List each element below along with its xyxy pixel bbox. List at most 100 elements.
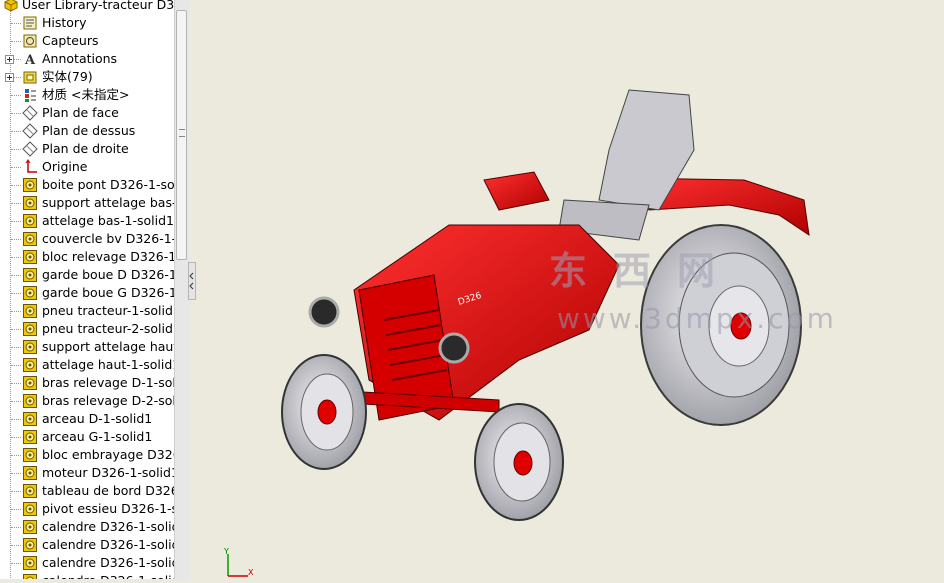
feature-icon bbox=[23, 214, 37, 228]
tree-item-label: Plan de dessus bbox=[42, 123, 136, 138]
feature-icon bbox=[23, 448, 37, 462]
tree-item-label: calendre D326-1-solid1 bbox=[42, 519, 174, 534]
scrollbar-thumb[interactable] bbox=[176, 10, 187, 260]
tree-item-label: bloc embrayage D326-1-solid1 bbox=[42, 447, 174, 462]
tree-item[interactable]: boite pont D326-1-solid1 bbox=[0, 176, 174, 194]
tree-item[interactable]: bras relevage D-2-solid1 bbox=[0, 392, 174, 410]
tree-branch-line bbox=[11, 257, 21, 258]
left-fender bbox=[483, 171, 550, 211]
tree-branch-line bbox=[11, 383, 21, 384]
tree-branch-line bbox=[11, 149, 21, 150]
feature-icon bbox=[23, 286, 37, 300]
tree-item-label: pneu tracteur-1-solid1 bbox=[42, 303, 174, 318]
tree-item[interactable]: pneu tracteur-1-solid1 bbox=[0, 302, 174, 320]
tree-item[interactable]: Plan de face bbox=[0, 104, 174, 122]
feature-icon bbox=[23, 556, 37, 570]
tree-item-label: attelage haut-1-solid1 bbox=[42, 357, 174, 372]
tree-item-label: Capteurs bbox=[42, 33, 99, 48]
tree-item[interactable]: calendre D326-1-solid2 bbox=[0, 536, 174, 554]
tree-branch-line bbox=[11, 131, 21, 132]
tree-branch-line bbox=[11, 329, 21, 330]
feature-icon bbox=[23, 358, 37, 372]
tree-branch-line bbox=[11, 473, 21, 474]
scrollbar-grip bbox=[179, 129, 185, 137]
tree-item-label: moteur D326-1-solid1 bbox=[42, 465, 174, 480]
tree-item[interactable]: 实体(79) bbox=[0, 68, 174, 86]
feature-icon bbox=[23, 484, 37, 498]
feature-icon bbox=[23, 178, 37, 192]
tree-item-label: 材质 <未指定> bbox=[42, 87, 130, 102]
tree-item-label: tableau de bord D326-1-solid1 bbox=[42, 483, 174, 498]
tree-item-label: calendre D326-1-solid4 bbox=[42, 573, 174, 579]
tree-item-label: arceau D-1-solid1 bbox=[42, 411, 153, 426]
tree-item[interactable]: tableau de bord D326-1-solid1 bbox=[0, 482, 174, 500]
feature-icon bbox=[23, 412, 37, 426]
tree-item[interactable]: 材质 <未指定> bbox=[0, 86, 174, 104]
feature-icon bbox=[23, 268, 37, 282]
feature-icon bbox=[23, 340, 37, 354]
svg-text:A: A bbox=[24, 53, 36, 67]
tree-item[interactable]: attelage haut-1-solid1 bbox=[0, 356, 174, 374]
tree-item[interactable]: A Annotations bbox=[0, 50, 174, 68]
part-icon bbox=[4, 0, 18, 12]
tree-item-label: History bbox=[42, 15, 87, 30]
tree-branch-line bbox=[11, 95, 21, 96]
feature-icon bbox=[23, 196, 37, 210]
tree-item[interactable]: pneu tracteur-2-solid1 bbox=[0, 320, 174, 338]
tree-item[interactable]: Plan de dessus bbox=[0, 122, 174, 140]
tree-item[interactable]: arceau G-1-solid1 bbox=[0, 428, 174, 446]
tree-item[interactable]: couvercle bv D326-1-solid1 bbox=[0, 230, 174, 248]
tree-item[interactable]: garde boue G D326-1-solid1 bbox=[0, 284, 174, 302]
tree-item[interactable]: support attelage haut-1-solid1 bbox=[0, 338, 174, 356]
tree-item[interactable]: bloc relevage D326-1-solid1 bbox=[0, 248, 174, 266]
tree-item[interactable]: arceau D-1-solid1 bbox=[0, 410, 174, 428]
tree-item[interactable]: pivot essieu D326-1-solid1 bbox=[0, 500, 174, 518]
tree-item[interactable]: garde boue D D326-1-solid1 bbox=[0, 266, 174, 284]
tree-item-label: support attelage haut-1-solid1 bbox=[42, 339, 174, 354]
tree-item[interactable]: calendre D326-1-solid1 bbox=[0, 518, 174, 536]
tree-item-label: garde boue G D326-1-solid1 bbox=[42, 285, 174, 300]
tree-item[interactable]: attelage bas-1-solid1 bbox=[0, 212, 174, 230]
feature-icon bbox=[23, 250, 37, 264]
tree-item-label: Plan de droite bbox=[42, 141, 129, 156]
right-headlight bbox=[438, 332, 470, 364]
tree-item-label: 实体(79) bbox=[42, 69, 93, 84]
tree-item[interactable]: calendre D326-1-solid3 bbox=[0, 554, 174, 572]
tree-item-label: couvercle bv D326-1-solid1 bbox=[42, 231, 174, 246]
tree-item-label: bras relevage D-1-solid1 bbox=[42, 375, 174, 390]
graphics-viewport[interactable]: D326 东西网 www.3dmpx.com bbox=[189, 0, 944, 579]
expand-toggle-icon[interactable] bbox=[5, 73, 14, 82]
tree-branch-line bbox=[11, 203, 21, 204]
seat bbox=[558, 89, 695, 241]
tree-item[interactable]: Plan de droite bbox=[0, 140, 174, 158]
feature-icon bbox=[23, 376, 37, 390]
tree-item[interactable]: bras relevage D-1-solid1 bbox=[0, 374, 174, 392]
tree-item[interactable]: Origine bbox=[0, 158, 174, 176]
tree-item[interactable]: moteur D326-1-solid1 bbox=[0, 464, 174, 482]
tree-item[interactable]: Capteurs bbox=[0, 32, 174, 50]
left-headlight bbox=[308, 296, 340, 328]
feature-icon bbox=[23, 430, 37, 444]
triad-x-label: X bbox=[248, 568, 254, 577]
tree-branch-line bbox=[11, 41, 21, 42]
tree-branch-line bbox=[11, 293, 21, 294]
tree-item[interactable]: calendre D326-1-solid4 bbox=[0, 572, 174, 579]
front-right-wheel bbox=[474, 403, 564, 521]
feature-icon bbox=[23, 394, 37, 408]
tree-branch-line bbox=[11, 545, 21, 546]
front-left-wheel bbox=[281, 354, 367, 470]
plane-icon bbox=[22, 141, 38, 157]
axis-triad: Y X bbox=[223, 547, 254, 577]
expand-toggle-icon[interactable] bbox=[5, 55, 14, 64]
tree-root[interactable]: User Library-tracteur D326 bbox=[0, 0, 174, 14]
tree-item-label: Origine bbox=[42, 159, 88, 174]
tree-item[interactable]: support attelage bas-1-solid1 bbox=[0, 194, 174, 212]
tree-item-label: boite pont D326-1-solid1 bbox=[42, 177, 174, 192]
tree-item-label: calendre D326-1-solid3 bbox=[42, 555, 174, 570]
feature-icon bbox=[23, 574, 37, 579]
tree-branch-line bbox=[11, 563, 21, 564]
tree-branch-line bbox=[11, 275, 21, 276]
tree-item[interactable]: History bbox=[0, 14, 174, 32]
tree-item[interactable]: bloc embrayage D326-1-solid1 bbox=[0, 446, 174, 464]
tree-scrollbar[interactable] bbox=[174, 0, 189, 579]
